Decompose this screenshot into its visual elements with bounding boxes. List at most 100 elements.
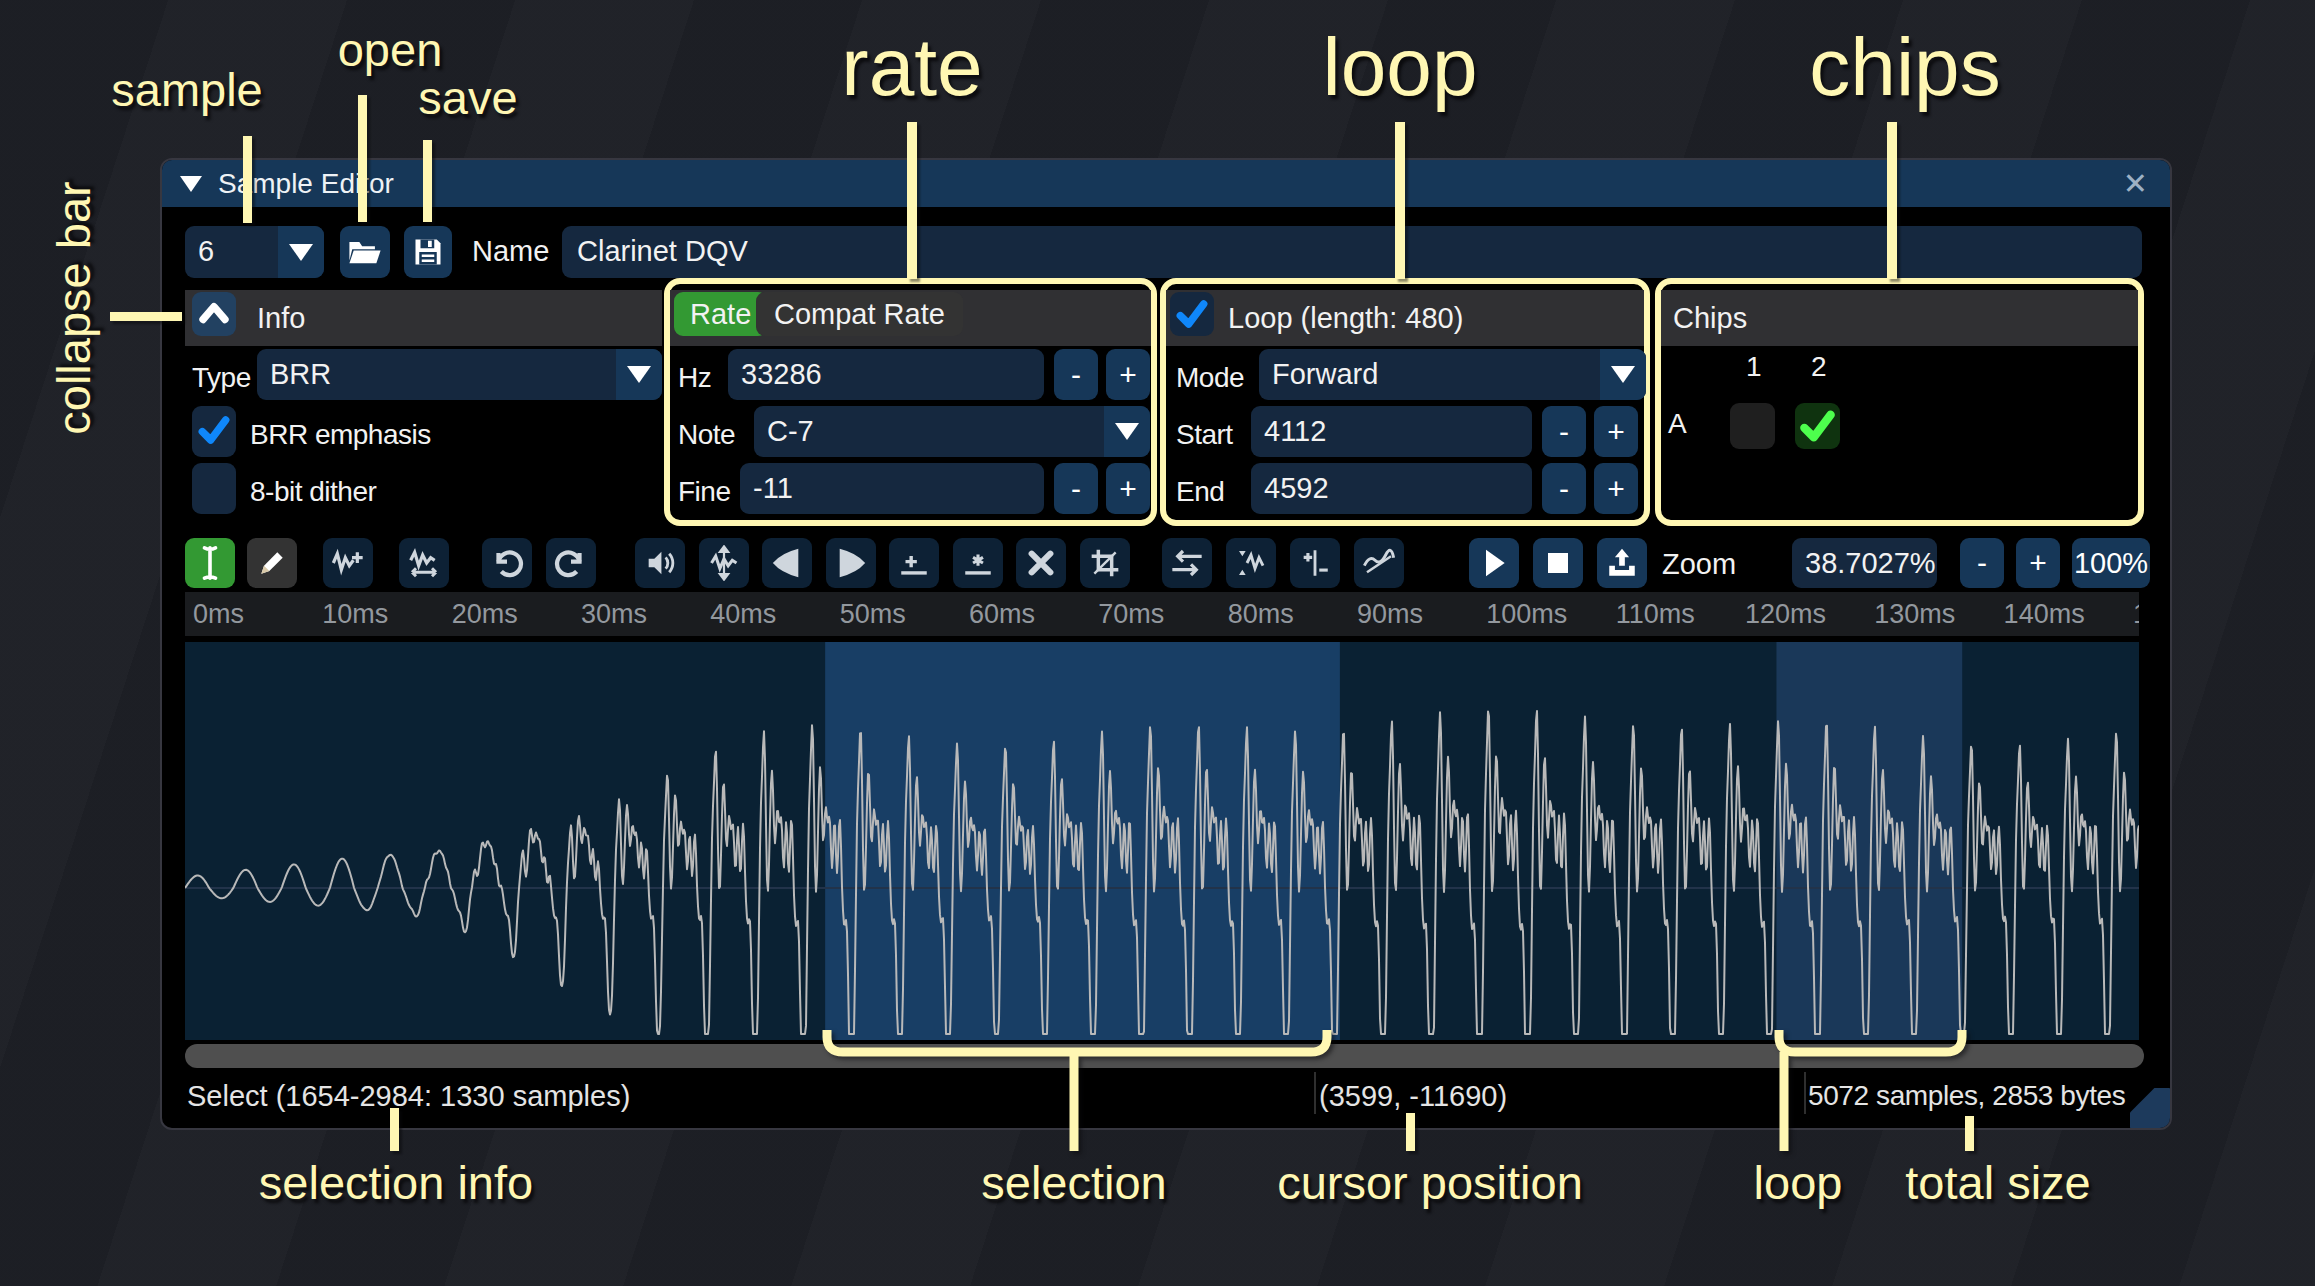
- fine-plus-button[interactable]: +: [1106, 463, 1150, 514]
- hz-plus-button[interactable]: +: [1106, 349, 1150, 400]
- zoom-input[interactable]: 38.7027%: [1792, 538, 1937, 588]
- loop-start-minus-button[interactable]: -: [1542, 406, 1586, 457]
- window-collapse-icon[interactable]: [180, 176, 202, 192]
- annotation-loop-bottom: loop: [1754, 1155, 1843, 1210]
- sample-combo-arrow[interactable]: [278, 226, 324, 278]
- zoom-minus-button[interactable]: -: [1960, 538, 2004, 588]
- dither-checkbox[interactable]: [192, 463, 236, 514]
- loop-start-label: Start: [1176, 419, 1233, 451]
- stop-button[interactable]: [1533, 538, 1583, 588]
- timeline-ruler[interactable]: 0ms10ms20ms30ms40ms50ms60ms70ms80ms90ms1…: [185, 592, 2139, 636]
- type-combo-arrow[interactable]: [616, 349, 662, 400]
- chips-panel-title: Chips: [1673, 302, 1747, 335]
- reverse-button[interactable]: [1162, 538, 1212, 588]
- annotation-line-collapse-bar: [110, 312, 182, 321]
- chip-2-checkbox[interactable]: [1795, 403, 1840, 449]
- note-label: Note: [678, 419, 735, 451]
- amplify-button[interactable]: [635, 538, 685, 588]
- delete-button[interactable]: [1016, 538, 1066, 588]
- loop-start-plus-button[interactable]: +: [1594, 406, 1638, 457]
- rate-panel: Rate Compat Rate Hz 33286 - + Note C-7 F…: [670, 290, 1151, 518]
- draw-tool-button[interactable]: [247, 538, 297, 588]
- resample-button[interactable]: [399, 538, 449, 588]
- loop-end-input[interactable]: 4592: [1251, 463, 1532, 514]
- ruler-tick-label: 70ms: [1098, 599, 1164, 630]
- resize-grip[interactable]: [2130, 1088, 2170, 1128]
- wave-stretch-icon: [406, 547, 442, 579]
- loop-mode-combo-arrow[interactable]: [1600, 349, 1646, 400]
- fade-out-button[interactable]: [826, 538, 876, 588]
- hz-input[interactable]: 33286: [728, 349, 1044, 400]
- checkmark-icon: [194, 406, 234, 454]
- loop-start-value: 4112: [1264, 415, 1326, 448]
- ruler-tick-label: 30ms: [581, 599, 647, 630]
- status-separator-1: [1314, 1072, 1316, 1114]
- apply-silence-button[interactable]: [953, 538, 1003, 588]
- hz-minus-button[interactable]: -: [1054, 349, 1098, 400]
- resize-button[interactable]: [323, 538, 373, 588]
- fine-label: Fine: [678, 476, 730, 508]
- loop-checkbox[interactable]: [1170, 292, 1214, 336]
- checkmark-icon: [1795, 403, 1840, 449]
- sign-button[interactable]: [1290, 538, 1340, 588]
- annotation-chips: chips: [1809, 20, 2000, 114]
- rate-tab[interactable]: Rate: [674, 292, 767, 336]
- note-combo[interactable]: C-7: [754, 406, 1150, 457]
- info-collapse-button[interactable]: [192, 292, 236, 336]
- trim-button[interactable]: [1080, 538, 1130, 588]
- chips-panel-header: Chips: [1661, 290, 2138, 346]
- waveform-scrollbar[interactable]: [185, 1044, 2144, 1068]
- sample-name-input[interactable]: Clarinet DQV: [562, 226, 2142, 278]
- dither-label: 8-bit dither: [250, 476, 376, 508]
- undo-button[interactable]: [482, 538, 532, 588]
- selection-info-text: Select (1654-2984: 1330 samples): [187, 1080, 630, 1113]
- annotation-line-cursor-position: [1406, 1113, 1415, 1151]
- fine-minus-button[interactable]: -: [1054, 463, 1098, 514]
- loop-end-minus-button[interactable]: -: [1542, 463, 1586, 514]
- chip-1-checkbox[interactable]: [1730, 403, 1775, 449]
- wave-plus-icon: [330, 547, 366, 579]
- sample-index-combo[interactable]: 6: [185, 226, 324, 278]
- invert-button[interactable]: [1226, 538, 1276, 588]
- cross-icon: [1025, 547, 1057, 579]
- close-icon[interactable]: ✕: [2123, 166, 2148, 201]
- titlebar[interactable]: Sample Editor ✕: [162, 160, 2170, 207]
- annotation-cursor-position: cursor position: [1277, 1155, 1583, 1210]
- hz-value: 33286: [741, 358, 822, 391]
- info-panel-header[interactable]: Info: [185, 290, 662, 346]
- fade-in-button[interactable]: [762, 538, 812, 588]
- annotation-collapse-bar: collapse bar: [46, 181, 101, 434]
- ruler-tick-label: 130ms: [1874, 599, 1955, 630]
- sign-icon: [1298, 546, 1332, 580]
- select-tool-button[interactable]: [185, 538, 235, 588]
- undo-icon: [490, 546, 524, 580]
- loop-mode-combo[interactable]: Forward: [1259, 349, 1646, 400]
- ruler-tick-label: 110ms: [1616, 599, 1695, 630]
- annotation-line-sample: [243, 136, 252, 223]
- waveform-area[interactable]: [185, 642, 2139, 1040]
- brr-emphasis-checkbox[interactable]: [192, 406, 236, 457]
- save-button[interactable]: [404, 226, 452, 278]
- zoom-plus-button[interactable]: +: [2016, 538, 2060, 588]
- redo-button[interactable]: [546, 538, 596, 588]
- pencil-icon: [256, 547, 288, 579]
- zoom-reset-button[interactable]: 100%: [2072, 538, 2150, 588]
- play-button[interactable]: [1469, 538, 1519, 588]
- loop-mode-value: Forward: [1272, 358, 1378, 391]
- ruler-tick-label: 0ms: [193, 599, 244, 630]
- open-button[interactable]: [340, 226, 390, 278]
- fine-input[interactable]: -11: [740, 463, 1044, 514]
- loop-end-label: End: [1176, 476, 1224, 508]
- loop-panel-title: Loop (length: 480): [1228, 302, 1463, 335]
- checkmark-icon: [1172, 292, 1212, 336]
- filter-button[interactable]: [1354, 538, 1404, 588]
- loop-start-input[interactable]: 4112: [1251, 406, 1532, 457]
- type-combo[interactable]: BRR: [257, 349, 662, 400]
- import-button[interactable]: [1597, 538, 1647, 588]
- compat-rate-tab[interactable]: Compat Rate: [756, 292, 963, 336]
- note-combo-arrow[interactable]: [1104, 406, 1150, 457]
- loop-end-plus-button[interactable]: +: [1594, 463, 1638, 514]
- normalize-button[interactable]: [699, 538, 749, 588]
- insert-silence-button[interactable]: [889, 538, 939, 588]
- chevron-down-icon: [289, 244, 313, 261]
